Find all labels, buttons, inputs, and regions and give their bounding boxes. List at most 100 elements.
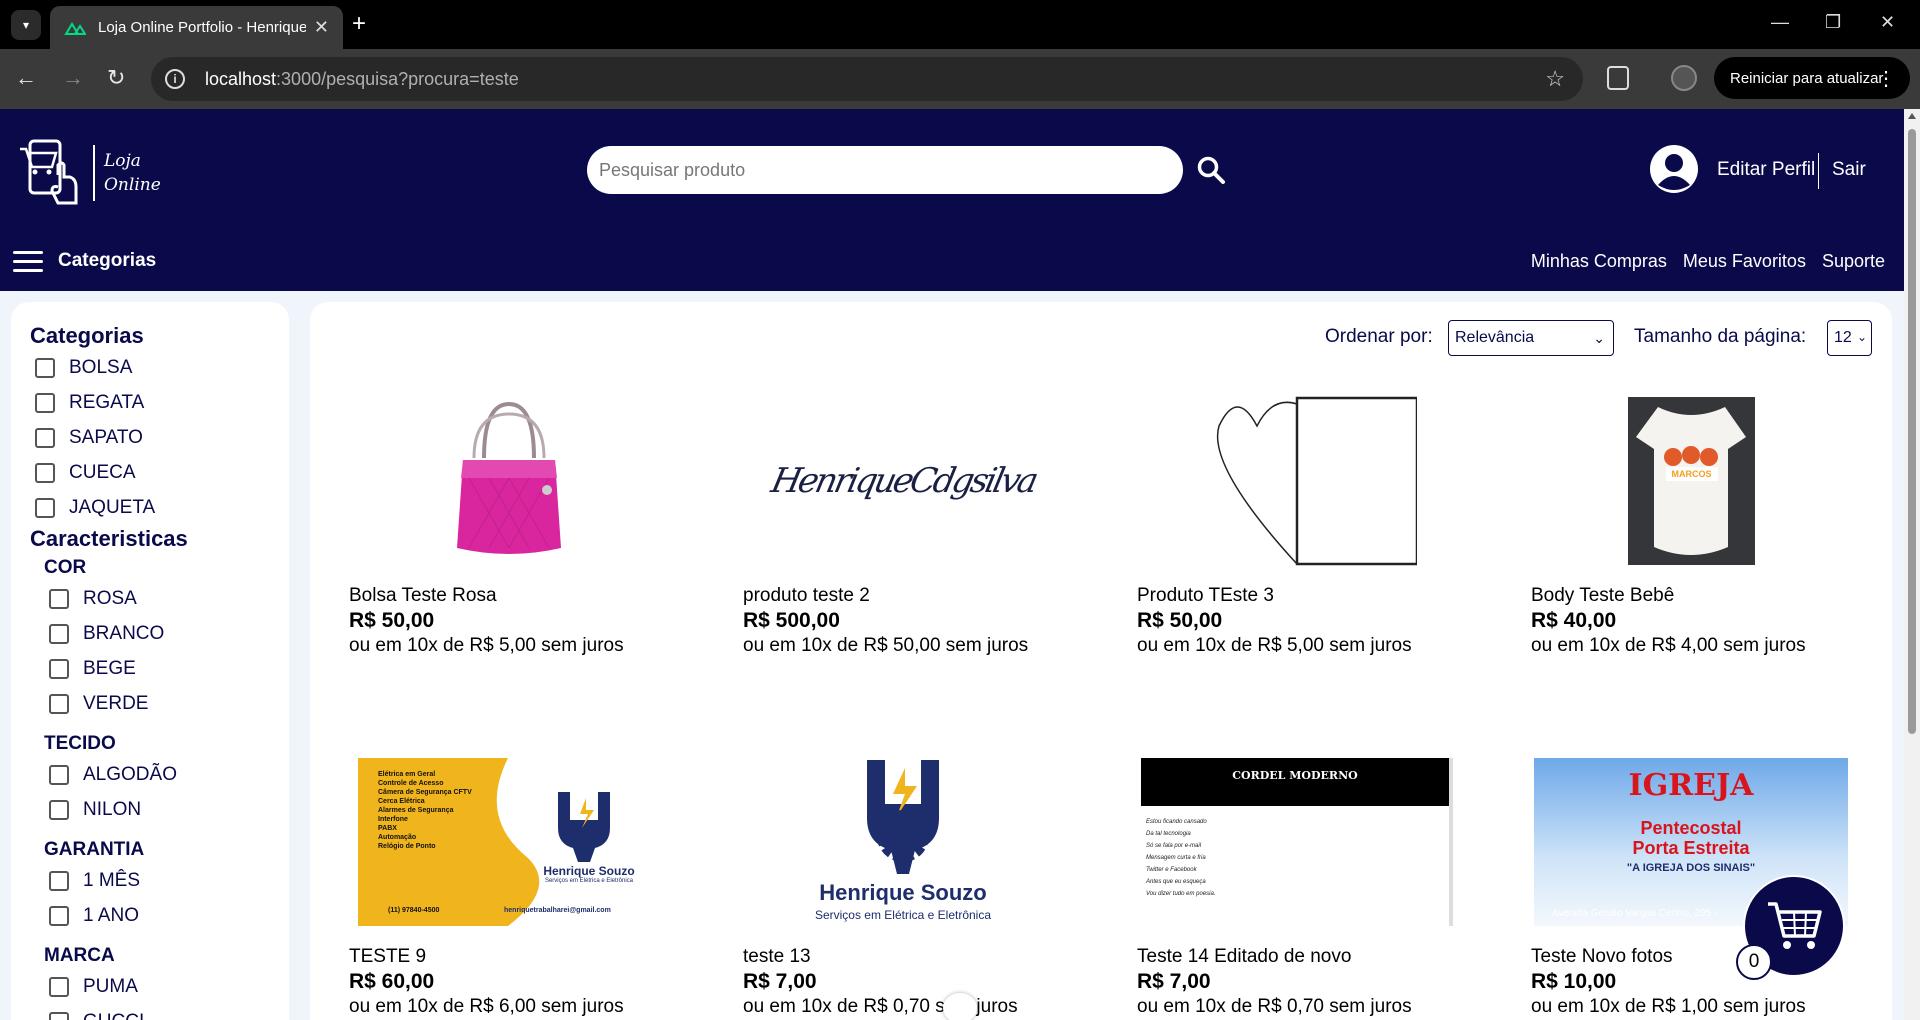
sort-selected-value: Relevância — [1455, 329, 1535, 346]
checkbox[interactable] — [49, 976, 69, 997]
product-image[interactable] — [1137, 396, 1457, 566]
checkbox[interactable] — [49, 764, 69, 785]
checkbox[interactable] — [49, 588, 69, 609]
product-image[interactable]: Elétrica em Geral Controle de Acesso Câm… — [349, 757, 669, 927]
sort-select[interactable]: Relevância ⌄ — [1448, 320, 1614, 356]
product-name[interactable]: Body Teste Bebê — [1531, 585, 1851, 607]
filter-option[interactable]: PUMA — [44, 969, 289, 1004]
browser-profile-avatar[interactable] — [1671, 65, 1697, 91]
nav-link-favorites[interactable]: Meus Favoritos — [1683, 251, 1806, 272]
logout-link[interactable]: Sair — [1832, 159, 1866, 181]
logo-line-1: Loja — [104, 151, 141, 171]
page-scrollbar[interactable] — [1904, 109, 1920, 1020]
electrical-flyer-image: Elétrica em Geral Controle de Acesso Câm… — [358, 758, 660, 926]
product-name[interactable]: TESTE 9 — [349, 946, 669, 968]
edit-profile-link[interactable]: Editar Perfil — [1717, 159, 1815, 181]
body-print-text: MARCOS — [1671, 469, 1712, 479]
checkbox[interactable] — [35, 392, 55, 413]
product-card[interactable]: Elétrica em Geral Controle de Acesso Câm… — [349, 757, 669, 1019]
product-name[interactable]: produto teste 2 — [743, 585, 1063, 607]
filter-option[interactable]: GUCCI — [44, 1004, 289, 1020]
checkbox[interactable] — [49, 870, 69, 891]
product-card[interactable]: HenriqueCdgsilva produto teste 2 R$ 500,… — [743, 396, 1063, 658]
filter-option[interactable]: ROSA — [44, 581, 289, 616]
minimize-icon[interactable]: — — [1771, 12, 1789, 33]
checkbox[interactable] — [35, 427, 55, 448]
product-name[interactable]: Bolsa Teste Rosa — [349, 585, 669, 607]
reload-icon[interactable]: ↻ — [107, 65, 125, 91]
checkbox[interactable] — [35, 462, 55, 483]
checkbox[interactable] — [49, 623, 69, 644]
forward-arrow-icon[interactable]: → — [62, 65, 84, 91]
category-filter-bolsa[interactable]: BOLSA — [30, 350, 289, 385]
page-size-select[interactable]: 12 ⌄ — [1827, 320, 1872, 356]
logo-line-2: Online — [104, 175, 161, 195]
checkbox[interactable] — [49, 905, 69, 926]
checkbox[interactable] — [49, 799, 69, 820]
filter-group-marca: MARCA PUMA GUCCI — [44, 943, 289, 1020]
tab-close-icon[interactable]: ✕ — [314, 17, 329, 38]
filter-option[interactable]: 1 ANO — [44, 898, 289, 933]
product-card[interactable]: Henrique Souzo Serviços em Elétrica e El… — [743, 757, 1063, 1019]
bookmark-star-icon[interactable]: ☆ — [1545, 66, 1565, 92]
product-name[interactable]: Produto TEste 3 — [1137, 585, 1457, 607]
search-icon[interactable] — [1196, 155, 1226, 185]
product-name[interactable]: Teste 14 Editado de novo — [1137, 946, 1457, 968]
checkbox[interactable] — [49, 1011, 69, 1020]
product-installments: ou em 10x de R$ 1,00 sem juros — [1531, 996, 1806, 1017]
new-tab-icon[interactable]: + — [352, 11, 366, 37]
nuxt-favicon-icon — [64, 21, 86, 35]
search-input[interactable] — [587, 146, 1183, 194]
category-filter-regata[interactable]: REGATA — [30, 385, 289, 420]
site-info-icon[interactable]: i — [165, 69, 185, 89]
checkbox[interactable] — [35, 497, 55, 518]
filter-option[interactable]: NILON — [44, 792, 289, 827]
scroll-to-top-button[interactable] — [943, 993, 977, 1020]
filter-option[interactable]: BRANCO — [44, 616, 289, 651]
update-restart-button[interactable]: Reiniciar para atualizar ⋮ — [1714, 57, 1910, 99]
hamburger-menu-icon[interactable] — [13, 251, 43, 273]
address-bar[interactable]: i localhost:3000/pesquisa?procura=teste … — [151, 57, 1583, 101]
checkbox[interactable] — [49, 693, 69, 714]
heart-outline-image — [1216, 396, 1417, 566]
filter-option[interactable]: VERDE — [44, 686, 289, 721]
product-image[interactable]: MARCOS — [1531, 396, 1851, 566]
browser-menu-icon[interactable]: ⋮ — [1876, 66, 1896, 91]
window-close-icon[interactable]: ✕ — [1880, 12, 1895, 33]
filter-option[interactable]: BEGE — [44, 651, 289, 686]
product-card[interactable]: Produto TEste 3 R$ 50,00 ou em 10x de R$… — [1137, 396, 1457, 658]
category-filter-cueca[interactable]: CUECA — [30, 455, 289, 490]
filter-sidebar: Categorias BOLSA REGATA SAPATO CUECA JAQ… — [11, 302, 289, 1020]
checkbox[interactable] — [35, 357, 55, 378]
product-image[interactable] — [349, 396, 669, 566]
logo-text: Loja Online — [104, 149, 161, 197]
nav-link-support[interactable]: Suporte — [1822, 251, 1885, 272]
flyer-service: Câmera de Segurança CFTV — [378, 789, 472, 796]
product-card[interactable]: MARCOS Body Teste Bebê R$ 40,00 ou em 10… — [1531, 396, 1851, 658]
filter-option[interactable]: 1 MÊS — [44, 863, 289, 898]
store-logo[interactable]: Loja Online — [18, 137, 161, 207]
product-image[interactable]: HenriqueCdgsilva — [743, 396, 1063, 566]
user-avatar-icon[interactable] — [1650, 145, 1698, 193]
checkbox[interactable] — [49, 658, 69, 679]
extensions-icon[interactable] — [1607, 66, 1629, 90]
scroll-up-arrow-icon[interactable] — [1908, 113, 1916, 119]
nav-link-purchases[interactable]: Minhas Compras — [1531, 251, 1667, 272]
product-image[interactable]: Henrique Souzo Serviços em Elétrica e El… — [743, 757, 1063, 927]
tab-list-button[interactable]: ▾ — [11, 10, 41, 40]
category-filter-sapato[interactable]: SAPATO — [30, 420, 289, 455]
scrollbar-thumb[interactable] — [1908, 129, 1916, 734]
product-card[interactable]: Bolsa Teste Rosa R$ 50,00 ou em 10x de R… — [349, 396, 669, 658]
filter-option[interactable]: ALGODÃO — [44, 757, 289, 792]
product-name[interactable]: teste 13 — [743, 946, 1063, 968]
filter-group-cor: COR ROSA BRANCO BEGE VERDE — [44, 555, 289, 721]
product-image[interactable]: CORDEL MODERNO Estou ficando cansado Da … — [1137, 757, 1457, 927]
browser-tab-active[interactable]: Loja Online Portfolio - Henrique ✕ — [50, 6, 343, 49]
header-divider — [1818, 153, 1819, 189]
category-filter-jaqueta[interactable]: JAQUETA — [30, 490, 289, 525]
restore-icon[interactable]: ❐ — [1825, 12, 1841, 33]
flyer-phone: (11) 97840-4500 — [388, 907, 440, 914]
back-arrow-icon[interactable]: ← — [15, 65, 37, 91]
product-card[interactable]: CORDEL MODERNO Estou ficando cansado Da … — [1137, 757, 1457, 1019]
categories-menu-button[interactable]: Categorias — [58, 250, 156, 272]
